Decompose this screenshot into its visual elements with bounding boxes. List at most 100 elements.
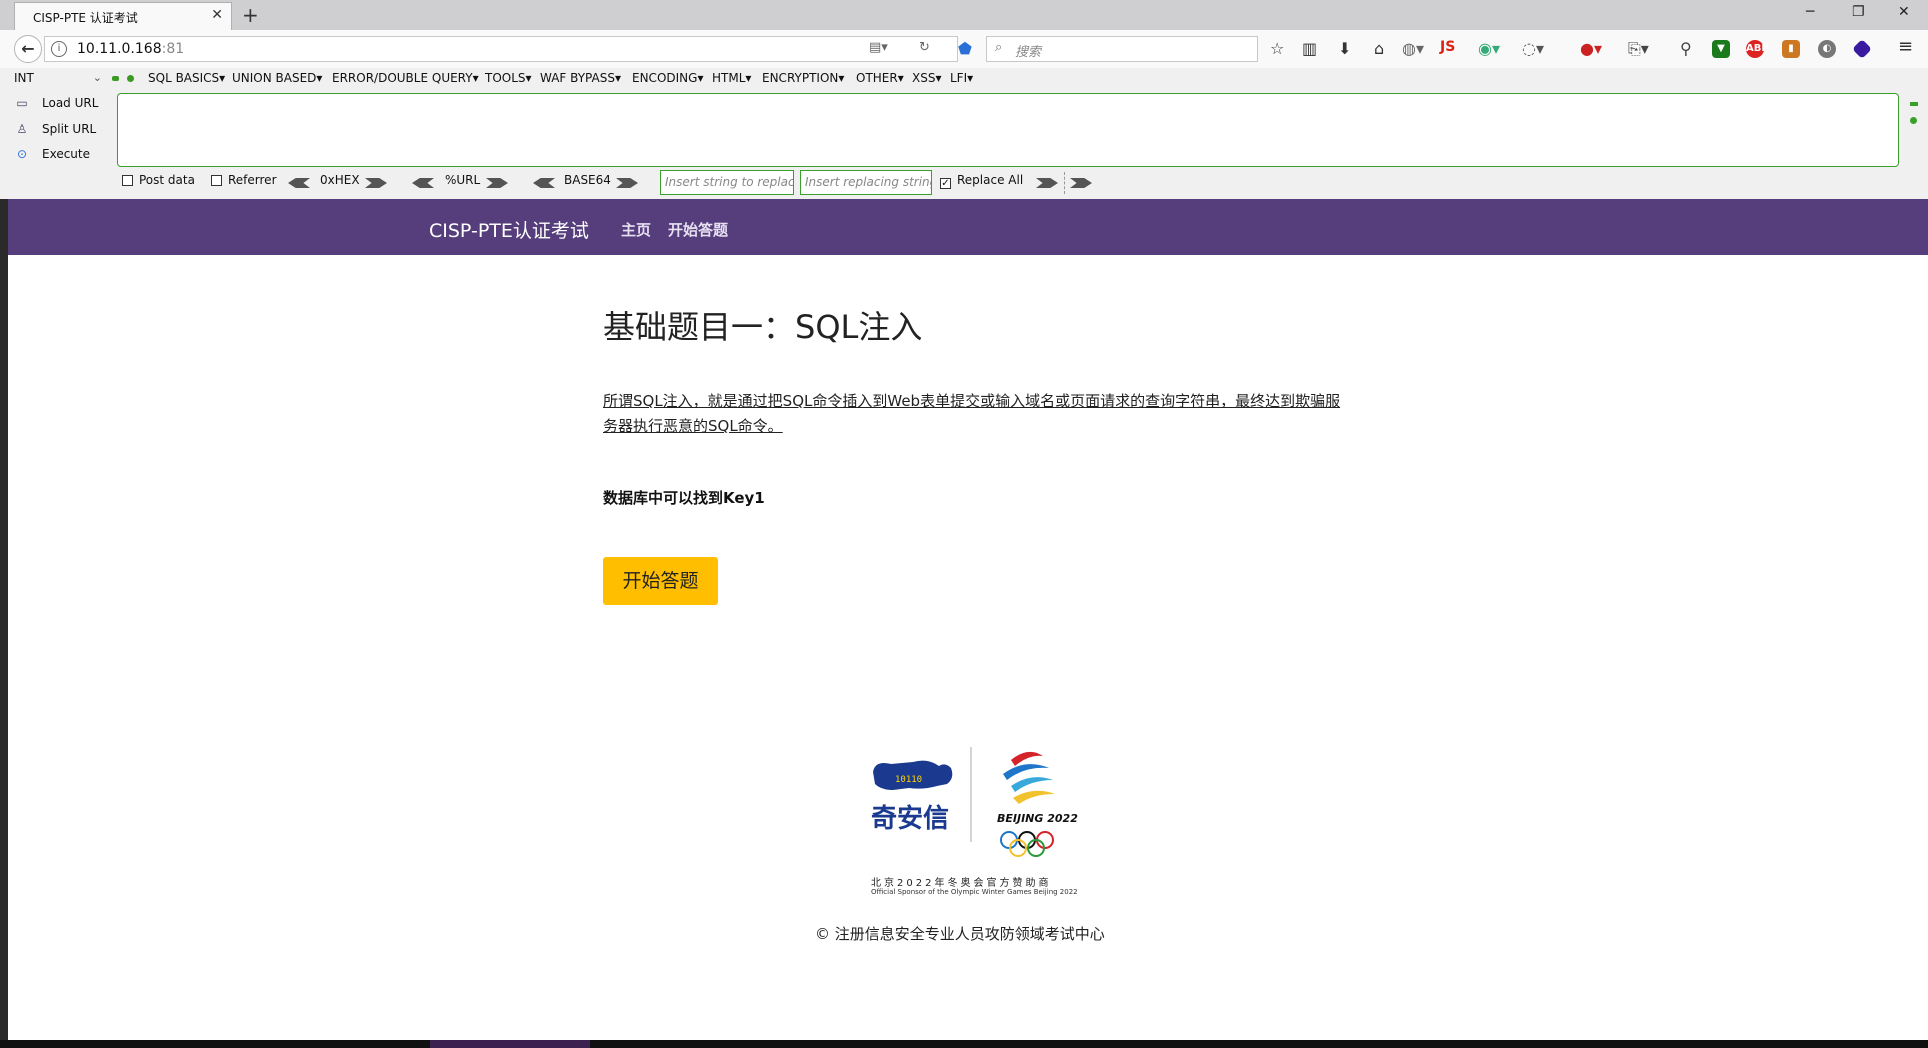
replace-all-toggle[interactable]: ✓ Replace All	[940, 173, 1023, 193]
post-data-toggle[interactable]: Post data	[122, 173, 195, 193]
hex-encode-arrow-icon[interactable]	[365, 178, 387, 188]
nav-toolbar: ← i 10.11.0.168:81 ▤▾ ↻ ⬟ ⌕ 搜索 ☆ ▥ ⬇ ⌂ ◍…	[0, 30, 1928, 69]
close-window-button[interactable]: ✕	[1898, 4, 1910, 20]
url-decode-arrow-icon[interactable]	[412, 178, 434, 188]
chevron-down-icon: ⌄	[92, 71, 102, 84]
color-picker-icon[interactable]: ▮	[1782, 40, 1800, 58]
page-gutter	[0, 199, 8, 1040]
menu-waf-bypass[interactable]: WAF BYPASS▾	[540, 71, 621, 85]
menu-error-double-query[interactable]: ERROR/DOUBLE QUERY▾	[332, 71, 479, 85]
menu-encryption[interactable]: ENCRYPTION▾	[762, 71, 844, 85]
replace-arrow-icon[interactable]	[1036, 178, 1058, 188]
adblock-icon[interactable]: ABP	[1746, 40, 1769, 58]
base64-decode-arrow-icon[interactable]	[533, 178, 555, 188]
replacing-string-input[interactable]: Insert replacing string	[800, 170, 932, 195]
referrer-label: Referrer	[228, 173, 277, 187]
page-content: 基础题目一：SQL注入 所谓SQL注入，就是通过把SQL命令插入到Web表单提交…	[8, 255, 1928, 1040]
menu-union-based[interactable]: UNION BASED▾	[232, 71, 322, 85]
home-icon[interactable]: ⌂	[1374, 39, 1384, 58]
menu-tools[interactable]: TOOLS▾	[485, 71, 532, 85]
back-button[interactable]: ←	[14, 35, 42, 63]
expand-icon[interactable]	[1910, 117, 1917, 124]
shield-icon[interactable]: ▼	[1712, 40, 1730, 58]
globe-icon[interactable]: ◍▾	[1402, 39, 1424, 58]
menu-other[interactable]: OTHER▾	[856, 71, 904, 85]
replace-all-label: Replace All	[957, 173, 1024, 187]
menu-sql-basics[interactable]: SQL BASICS▾	[148, 71, 225, 85]
split-url-label: Split URL	[42, 122, 97, 136]
info-icon[interactable]: i	[51, 41, 67, 57]
reload-icon[interactable]: ↻	[919, 40, 930, 55]
restore-button[interactable]: ❐	[1852, 4, 1865, 20]
collapse-icon[interactable]	[1910, 102, 1918, 106]
hackbar-addon-icon[interactable]: ●▾	[1580, 39, 1602, 58]
cookie-icon[interactable]: ◌▾	[1522, 39, 1544, 58]
site-brand[interactable]: CISP-PTE认证考试	[429, 216, 589, 243]
base64-label: BASE64	[564, 173, 611, 187]
download-icon[interactable]: ⬇	[1338, 39, 1351, 58]
minimize-button[interactable]: ─	[1806, 4, 1814, 20]
hex-decode-arrow-icon[interactable]	[288, 178, 310, 188]
bookmark-star-icon[interactable]: ☆	[1270, 39, 1284, 58]
base64-encode-arrow-icon[interactable]	[616, 178, 638, 188]
url-encode-arrow-icon[interactable]	[486, 178, 508, 188]
nav-start-link[interactable]: 开始答题	[668, 219, 728, 240]
load-url-icon: ▭	[16, 96, 28, 110]
menu-icon[interactable]: ≡	[1898, 36, 1913, 57]
execute-label: Execute	[42, 147, 90, 161]
plus-icon[interactable]	[127, 75, 134, 82]
sponsor-company-name: 奇安信	[871, 804, 950, 834]
hackbar-panel: INT ⌄ SQL BASICS▾ UNION BASED▾ ERROR/DOU…	[0, 68, 1928, 200]
sponsor-games-name: BEIJING 2022	[997, 812, 1078, 825]
pocket-icon[interactable]: ⬟	[958, 39, 972, 58]
replace-all-arrow-icon[interactable]	[1070, 178, 1092, 188]
tab-strip: CISP-PTE 认证考试 ✕ + ─ ❐ ✕	[0, 0, 1928, 30]
replace-all-checkbox[interactable]: ✓	[940, 178, 951, 189]
referrer-checkbox[interactable]	[211, 175, 222, 186]
page-title: 基础题目一：SQL注入	[603, 308, 923, 346]
back-arrow-icon: ←	[21, 39, 35, 58]
mask-icon[interactable]: ◐	[1818, 40, 1836, 58]
site-navbar: CISP-PTE认证考试 主页 开始答题	[8, 199, 1928, 255]
js-toggle-icon[interactable]: JS	[1440, 39, 1455, 55]
hackbar-url-textarea[interactable]	[117, 93, 1899, 167]
load-url-label: Load URL	[42, 96, 99, 110]
url-text: 10.11.0.168:81	[77, 41, 184, 57]
diamond-icon[interactable]	[1852, 39, 1872, 59]
key-hint: 数据库中可以找到Key1	[603, 489, 765, 507]
split-url-button[interactable]: ♙ Split URL	[14, 122, 97, 136]
reader-view-icon[interactable]: ▤▾	[869, 40, 888, 55]
proxy-icon[interactable]: ◉▾	[1478, 39, 1500, 58]
user-agent-icon[interactable]: ⎘▾	[1628, 39, 1649, 59]
hackbar-type-select[interactable]: INT ⌄	[14, 71, 102, 89]
new-tab-button[interactable]: +	[242, 3, 259, 27]
split-url-icon: ♙	[16, 122, 28, 136]
search-bar[interactable]: ⌕ 搜索	[986, 36, 1258, 62]
menu-xss[interactable]: XSS▾	[912, 71, 941, 85]
svg-text:10110: 10110	[895, 775, 922, 785]
post-data-label: Post data	[139, 173, 195, 187]
menu-html[interactable]: HTML▾	[712, 71, 751, 85]
start-answer-button[interactable]: 开始答题	[603, 557, 718, 605]
post-data-checkbox[interactable]	[122, 175, 133, 186]
zoom-icon[interactable]: ⚲	[1680, 39, 1692, 58]
replace-string-input[interactable]: Insert string to replace	[660, 170, 794, 195]
url-encode-label: %URL	[445, 173, 481, 187]
close-tab-icon[interactable]: ✕	[211, 7, 223, 23]
menu-lfi[interactable]: LFI▾	[950, 71, 973, 85]
referrer-toggle[interactable]: Referrer	[211, 173, 277, 193]
load-url-button[interactable]: ▭ Load URL	[14, 96, 98, 110]
search-placeholder: 搜索	[1015, 45, 1042, 60]
tab-title: CISP-PTE 认证考试	[33, 11, 138, 25]
execute-button[interactable]: ⊙ Execute	[14, 147, 90, 161]
library-icon[interactable]: ▥	[1302, 39, 1317, 58]
taskbar-active-app[interactable]	[430, 1040, 590, 1048]
url-host: 10.11.0.168	[77, 41, 162, 57]
divider	[1064, 172, 1065, 194]
minus-icon[interactable]	[112, 76, 119, 81]
page-description: 所谓SQL注入，就是通过把SQL命令插入到Web表单提交或输入域名或页面请求的查…	[603, 392, 1341, 435]
nav-home-link[interactable]: 主页	[621, 219, 651, 240]
tab-cisp-pte[interactable]: CISP-PTE 认证考试 ✕	[14, 2, 232, 30]
menu-encoding[interactable]: ENCODING▾	[632, 71, 703, 85]
address-bar[interactable]: i 10.11.0.168:81 ▤▾ ↻	[44, 36, 958, 62]
